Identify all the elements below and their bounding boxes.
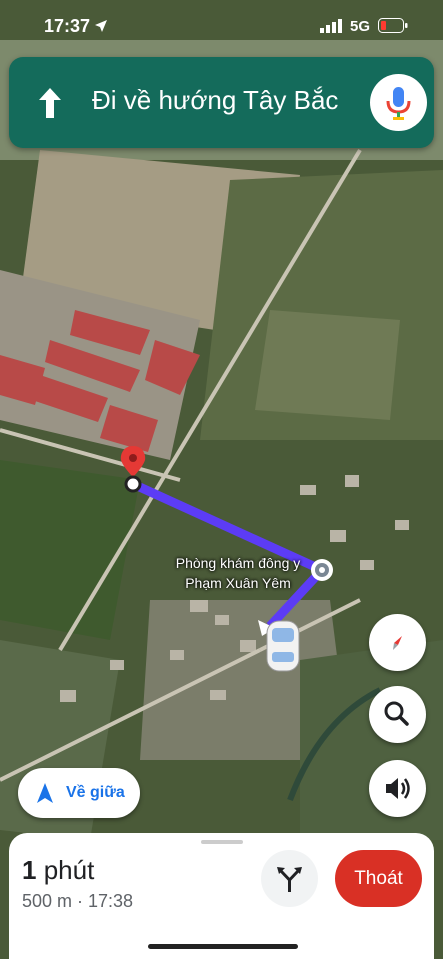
eta-duration-value: 1 bbox=[22, 855, 37, 885]
search-button[interactable] bbox=[369, 686, 426, 743]
eta-duration: 1 phút bbox=[22, 855, 94, 886]
eta-duration-unit: phút bbox=[43, 855, 95, 885]
signal-icon bbox=[320, 19, 342, 33]
voice-search-button[interactable] bbox=[370, 74, 427, 131]
route-fork-icon bbox=[277, 867, 302, 892]
speaker-icon bbox=[386, 778, 410, 799]
location-arrow-icon bbox=[95, 20, 107, 32]
status-bar: 17:37 5G bbox=[0, 0, 443, 50]
microphone-icon bbox=[386, 87, 411, 120]
compass-icon bbox=[393, 636, 402, 650]
destination-label[interactable]: Phòng khám đông y Phạm Xuân Yêm bbox=[172, 553, 304, 593]
alternate-routes-button[interactable] bbox=[261, 850, 318, 907]
navigation-arrow-icon bbox=[37, 783, 53, 803]
waypoint-icon bbox=[311, 559, 333, 581]
navigation-instruction: Đi về hướng Tây Bắc bbox=[92, 85, 339, 115]
compass-button[interactable] bbox=[369, 614, 426, 671]
trip-sheet[interactable]: 1 phút 500 m · 17:38 Thoát bbox=[9, 833, 434, 959]
sound-button[interactable] bbox=[369, 760, 426, 817]
network-type: 5G bbox=[350, 18, 371, 35]
status-time: 17:37 bbox=[44, 16, 91, 36]
home-indicator[interactable] bbox=[148, 944, 298, 949]
recenter-button[interactable]: Về giữa bbox=[18, 768, 140, 818]
exit-button[interactable]: Thoát bbox=[335, 850, 422, 907]
navigation-banner[interactable]: Đi về hướng Tây Bắc bbox=[9, 57, 434, 148]
battery-icon bbox=[378, 18, 408, 33]
distance-arrival: 500 m · 17:38 bbox=[22, 891, 134, 911]
recenter-label: Về giữa bbox=[66, 784, 125, 801]
arrow-up-icon bbox=[39, 88, 61, 118]
sheet-handle[interactable] bbox=[201, 840, 243, 844]
search-icon bbox=[384, 701, 409, 726]
